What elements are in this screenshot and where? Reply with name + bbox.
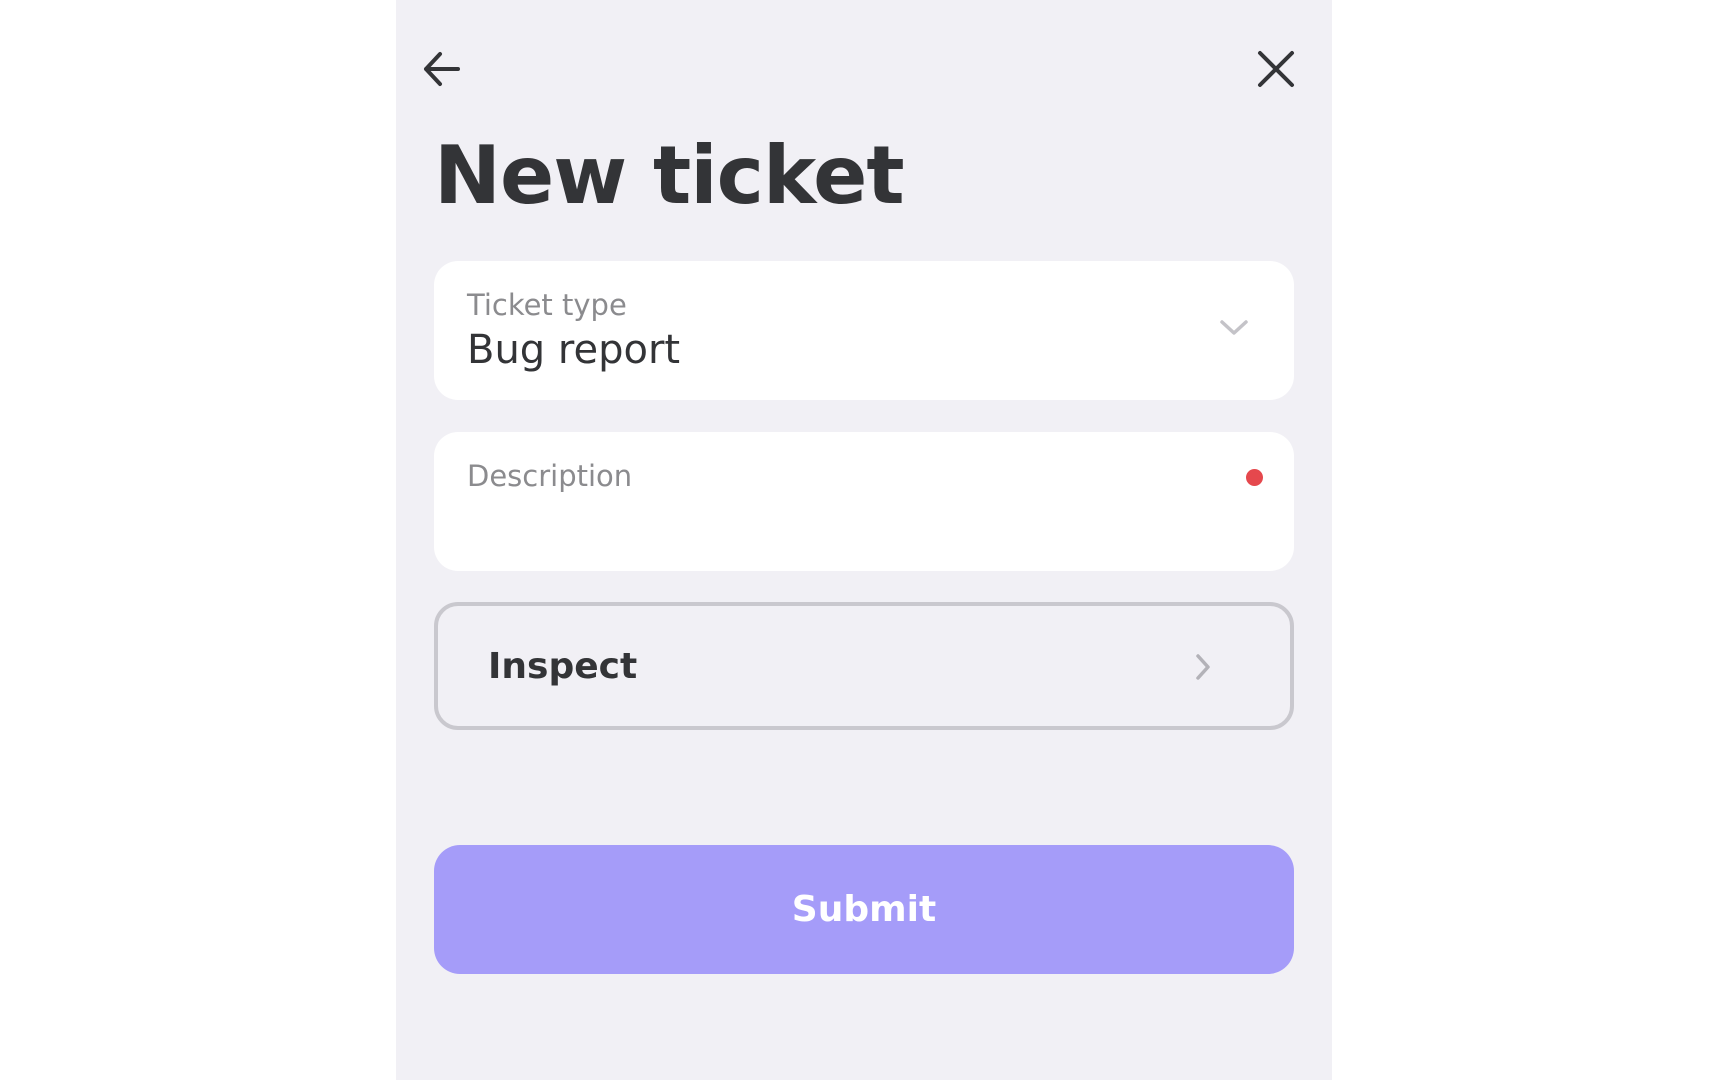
submit-button[interactable]: Submit: [434, 845, 1294, 974]
new-ticket-panel: New ticket Ticket type Bug report Descri…: [396, 0, 1332, 1080]
ticket-type-value: Bug report: [467, 327, 681, 373]
close-icon: [1258, 51, 1294, 87]
arrow-left-icon: [424, 52, 460, 86]
back-button[interactable]: [412, 39, 472, 99]
ticket-type-label: Ticket type: [467, 288, 627, 322]
required-indicator: [1246, 469, 1263, 486]
page-title: New ticket: [434, 129, 905, 222]
inspect-label: Inspect: [488, 646, 638, 687]
close-button[interactable]: [1246, 39, 1306, 99]
ticket-type-select[interactable]: Ticket type Bug report: [434, 261, 1294, 400]
chevron-down-icon: [1220, 320, 1248, 335]
description-label: Description: [467, 459, 633, 493]
inspect-button[interactable]: Inspect: [434, 602, 1294, 730]
description-field[interactable]: Description: [434, 432, 1294, 571]
chevron-right-icon: [1196, 654, 1210, 680]
